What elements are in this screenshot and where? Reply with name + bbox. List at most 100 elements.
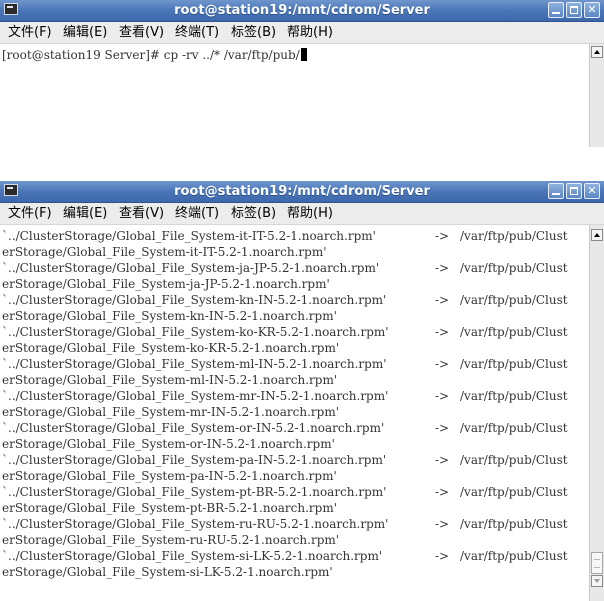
terminal-line-continuation: erStorage/Global_File_System-ru-RU-5.2-1… [2,532,339,548]
terminal-line-continuation: erStorage/Global_File_System-kn-IN-5.2-1… [2,308,337,324]
copy-arrow: -> [435,421,450,435]
copy-arrow: -> [435,453,450,467]
terminal-line-continuation: erStorage/Global_File_System-si-LK-5.2-1… [2,564,333,580]
copy-source: `../ClusterStorage/Global_File_System-ru… [2,517,389,531]
copy-destination: /var/ftp/pub/Clust [460,389,568,403]
maximize-button[interactable] [566,183,582,199]
copy-destination-continuation: erStorage/Global_File_System-mr-IN-5.2-1… [2,405,340,419]
terminal-line: `../ClusterStorage/Global_File_System-ja… [2,260,568,276]
terminal-line: [root@station19 Server]# cp -rv ../* /va… [2,47,307,63]
close-button[interactable]: ✕ [584,2,600,18]
command-prompt-line: [root@station19 Server]# cp -rv ../* /va… [2,48,300,62]
scroll-thumb[interactable] [591,552,603,574]
terminal-window-1: root@station19:/mnt/cdrom/Server ✕ 文件(F)… [0,0,604,147]
copy-arrow: -> [435,325,450,339]
scroll-down-arrow-icon[interactable] [591,575,603,587]
copy-arrow: -> [435,517,450,531]
terminal-line: `../ClusterStorage/Global_File_System-pt… [2,484,568,500]
terminal-line-continuation: erStorage/Global_File_System-ko-KR-5.2-1… [2,340,339,356]
copy-source: `../ClusterStorage/Global_File_System-ml… [2,357,387,371]
scrollbar[interactable] [589,44,604,147]
terminal-line: `../ClusterStorage/Global_File_System-ml… [2,356,568,372]
copy-arrow: -> [435,293,450,307]
copy-source: `../ClusterStorage/Global_File_System-ko… [2,325,389,339]
menu-edit[interactable]: 编辑(E) [63,205,107,222]
copy-destination: /var/ftp/pub/Clust [460,517,568,531]
terminal-line: `../ClusterStorage/Global_File_System-ko… [2,324,568,340]
terminal-line-continuation: erStorage/Global_File_System-mr-IN-5.2-1… [2,404,339,420]
menu-help[interactable]: 帮助(H) [287,24,333,41]
copy-source: `../ClusterStorage/Global_File_System-it… [2,229,376,243]
menu-file[interactable]: 文件(F) [8,24,52,41]
terminal-line-continuation: erStorage/Global_File_System-pa-IN-5.2-1… [2,468,337,484]
copy-destination: /var/ftp/pub/Clust [460,293,568,307]
terminal-line: `../ClusterStorage/Global_File_System-pa… [2,452,568,468]
menu-tabs[interactable]: 标签(B) [231,205,276,222]
terminal-line: `../ClusterStorage/Global_File_System-mr… [2,388,568,404]
copy-destination-continuation: erStorage/Global_File_System-ru-RU-5.2-1… [2,533,340,547]
copy-destination: /var/ftp/pub/Clust [460,357,568,371]
minimize-icon [552,12,560,14]
copy-destination-continuation: erStorage/Global_File_System-or-IN-5.2-1… [2,437,335,451]
terminal-line-continuation: erStorage/Global_File_System-ml-IN-5.2-1… [2,372,337,388]
copy-destination-continuation: erStorage/Global_File_System-si-LK-5.2-1… [2,565,333,579]
terminal-area[interactable]: [root@station19 Server]# cp -rv ../* /va… [0,44,588,147]
terminal-area[interactable]: `../ClusterStorage/Global_File_System-it… [0,225,588,601]
window-title: root@station19:/mnt/cdrom/Server [174,184,430,199]
copy-arrow: -> [435,357,450,371]
close-button[interactable]: ✕ [584,183,600,199]
copy-destination-continuation: erStorage/Global_File_System-pa-IN-5.2-1… [2,469,337,483]
copy-arrow: -> [435,389,450,403]
terminal-line: `../ClusterStorage/Global_File_System-kn… [2,292,568,308]
maximize-button[interactable] [566,2,582,18]
copy-destination-continuation: erStorage/Global_File_System-kn-IN-5.2-1… [2,309,337,323]
menu-terminal[interactable]: 终端(T) [175,205,219,222]
terminal-line-continuation: erStorage/Global_File_System-or-IN-5.2-1… [2,436,335,452]
title-bar[interactable]: root@station19:/mnt/cdrom/Server ✕ [0,181,604,203]
copy-destination: /var/ftp/pub/Clust [460,421,568,435]
scroll-up-arrow-icon[interactable] [591,229,603,241]
terminal-line-continuation: erStorage/Global_File_System-ja-JP-5.2-1… [2,276,330,292]
maximize-icon [570,6,578,14]
menu-view[interactable]: 查看(V) [119,24,164,41]
close-icon: ✕ [587,184,597,197]
minimize-button[interactable] [548,2,564,18]
copy-source: `../ClusterStorage/Global_File_System-pt… [2,485,387,499]
copy-destination: /var/ftp/pub/Clust [460,325,568,339]
terminal-line: `../ClusterStorage/Global_File_System-or… [2,420,568,436]
scroll-up-arrow-icon[interactable] [591,46,603,58]
copy-destination-continuation: erStorage/Global_File_System-ja-JP-5.2-1… [2,277,330,291]
menu-file[interactable]: 文件(F) [8,205,52,222]
terminal-window-2: root@station19:/mnt/cdrom/Server ✕ 文件(F)… [0,181,604,601]
copy-destination: /var/ftp/pub/Clust [460,261,568,275]
copy-arrow: -> [435,261,450,275]
minimize-button[interactable] [548,183,564,199]
copy-source: `../ClusterStorage/Global_File_System-ja… [2,261,380,275]
terminal-line: `../ClusterStorage/Global_File_System-si… [2,548,568,564]
minimize-icon [552,193,560,195]
menu-terminal[interactable]: 终端(T) [175,24,219,41]
terminal-line-continuation: erStorage/Global_File_System-pt-BR-5.2-1… [2,500,337,516]
copy-destination-continuation: erStorage/Global_File_System-ml-IN-5.2-1… [2,373,338,387]
copy-destination: /var/ftp/pub/Clust [460,549,568,563]
title-bar[interactable]: root@station19:/mnt/cdrom/Server ✕ [0,0,604,22]
terminal-line: `../ClusterStorage/Global_File_System-it… [2,228,568,244]
copy-source: `../ClusterStorage/Global_File_System-si… [2,549,383,563]
copy-destination: /var/ftp/pub/Clust [460,229,568,243]
copy-arrow: -> [435,549,450,563]
maximize-icon [570,187,578,195]
copy-source: `../ClusterStorage/Global_File_System-or… [2,421,385,435]
menu-bar: 文件(F) 编辑(E) 查看(V) 终端(T) 标签(B) 帮助(H) [0,203,604,225]
text-cursor [300,48,307,61]
copy-destination: /var/ftp/pub/Clust [460,453,568,467]
copy-source: `../ClusterStorage/Global_File_System-mr… [2,389,389,403]
copy-destination: /var/ftp/pub/Clust [460,485,568,499]
menu-view[interactable]: 查看(V) [119,205,164,222]
window-title: root@station19:/mnt/cdrom/Server [174,3,430,18]
scrollbar[interactable] [589,225,604,601]
menu-tabs[interactable]: 标签(B) [231,24,276,41]
menu-edit[interactable]: 编辑(E) [63,24,107,41]
copy-arrow: -> [435,485,450,499]
menu-help[interactable]: 帮助(H) [287,205,333,222]
close-icon: ✕ [587,3,597,16]
